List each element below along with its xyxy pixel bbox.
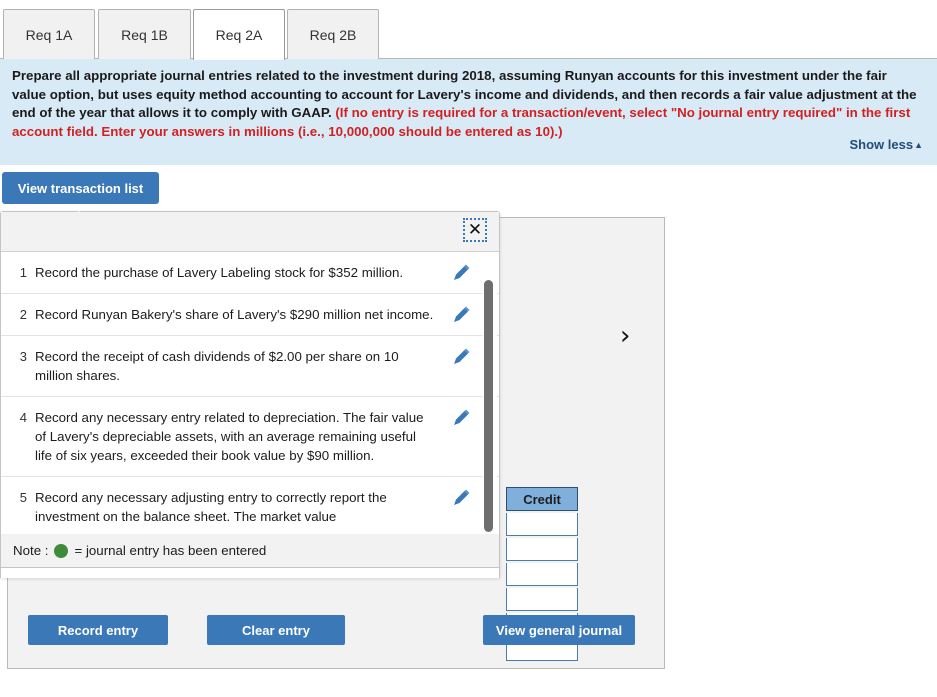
transaction-description: Record any necessary adjusting entry to … [35, 490, 387, 524]
view-general-journal-label: View general journal [495, 622, 623, 638]
view-transaction-list-label: View transaction list [17, 180, 144, 196]
note-prefix-label: Note : [13, 543, 49, 558]
tab-req-1a[interactable]: Req 1A [3, 9, 95, 59]
close-icon-glyph: ✕ [467, 219, 483, 240]
list-item[interactable]: 3 Record the receipt of cash dividends o… [1, 336, 499, 397]
tab-label: Req 2A [215, 27, 263, 43]
pencil-icon[interactable] [451, 263, 483, 282]
transaction-description: Record Runyan Bakery's share of Lavery's… [35, 307, 434, 322]
credit-input-cell[interactable] [506, 563, 578, 586]
pencil-icon[interactable] [451, 488, 483, 507]
record-entry-label: Record entry [57, 622, 139, 638]
scrollbar-thumb[interactable] [484, 280, 493, 532]
transaction-number: 4 [19, 410, 27, 425]
note-text: = journal entry has been entered [74, 543, 267, 558]
transaction-description: Record any necessary entry related to de… [35, 410, 424, 463]
tab-req-2b[interactable]: Req 2B [287, 9, 379, 59]
transaction-list-popup-header: ✕ [1, 212, 499, 252]
pencil-icon[interactable] [451, 305, 483, 324]
clear-entry-button[interactable]: Clear entry [207, 615, 345, 645]
tab-strip: Req 1A Req 1B Req 2A Req 2B [0, 4, 937, 60]
list-item[interactable]: 1 Record the purchase of Lavery Labeling… [1, 252, 499, 294]
green-dot-icon [54, 543, 69, 558]
record-entry-button[interactable]: Record entry [28, 615, 168, 645]
chevron-right-icon[interactable]: › [620, 323, 630, 349]
transaction-description: Record the receipt of cash dividends of … [35, 349, 399, 383]
instructions-banner: Prepare all appropriate journal entries … [0, 59, 937, 165]
tab-label: Req 1B [121, 26, 168, 43]
view-transaction-list-button[interactable]: View transaction list [2, 172, 159, 204]
show-less-link[interactable]: Show less▲ [850, 137, 924, 152]
pencil-icon[interactable] [451, 408, 483, 427]
tab-label: Req 2B [309, 26, 357, 43]
transaction-list: 1 Record the purchase of Lavery Labeling… [1, 252, 499, 578]
journal-entry-note: Note : = journal entry has been entered [0, 534, 500, 568]
transaction-number: 1 [19, 265, 27, 280]
credit-input-cell[interactable] [506, 513, 578, 536]
tab-req-2a[interactable]: Req 2A [193, 9, 285, 60]
work-area: › Credit View transaction list ✕ 1 Recor… [0, 168, 937, 697]
clear-entry-label: Clear entry [242, 622, 310, 638]
list-item[interactable]: 4 Record any necessary entry related to … [1, 397, 499, 477]
tab-label: Req 1A [25, 26, 73, 43]
close-icon[interactable]: ✕ [463, 218, 487, 242]
view-general-journal-button[interactable]: View general journal [483, 615, 635, 645]
transaction-number: 3 [19, 349, 27, 364]
credit-input-cell[interactable] [506, 588, 578, 611]
pencil-icon[interactable] [451, 347, 483, 366]
show-less-label: Show less [849, 137, 914, 152]
tab-req-1b[interactable]: Req 1B [98, 9, 191, 59]
transaction-list-scrollbar[interactable] [483, 252, 497, 578]
transaction-number: 2 [19, 307, 27, 322]
credit-column-header: Credit [506, 487, 578, 511]
transaction-list-popup: ✕ 1 Record the purchase of Lavery Labeli… [0, 211, 500, 578]
instruction-paragraph: Prepare all appropriate journal entries … [12, 67, 923, 141]
list-item[interactable]: 2 Record Runyan Bakery's share of Lavery… [1, 294, 499, 336]
popup-pointer-tail-inner [71, 204, 87, 212]
list-item[interactable]: 5 Record any necessary adjusting entry t… [1, 477, 499, 538]
caret-up-icon: ▲ [914, 140, 923, 150]
transaction-description: Record the purchase of Lavery Labeling s… [35, 265, 404, 280]
credit-input-cell[interactable] [506, 538, 578, 561]
transaction-number: 5 [19, 490, 27, 505]
